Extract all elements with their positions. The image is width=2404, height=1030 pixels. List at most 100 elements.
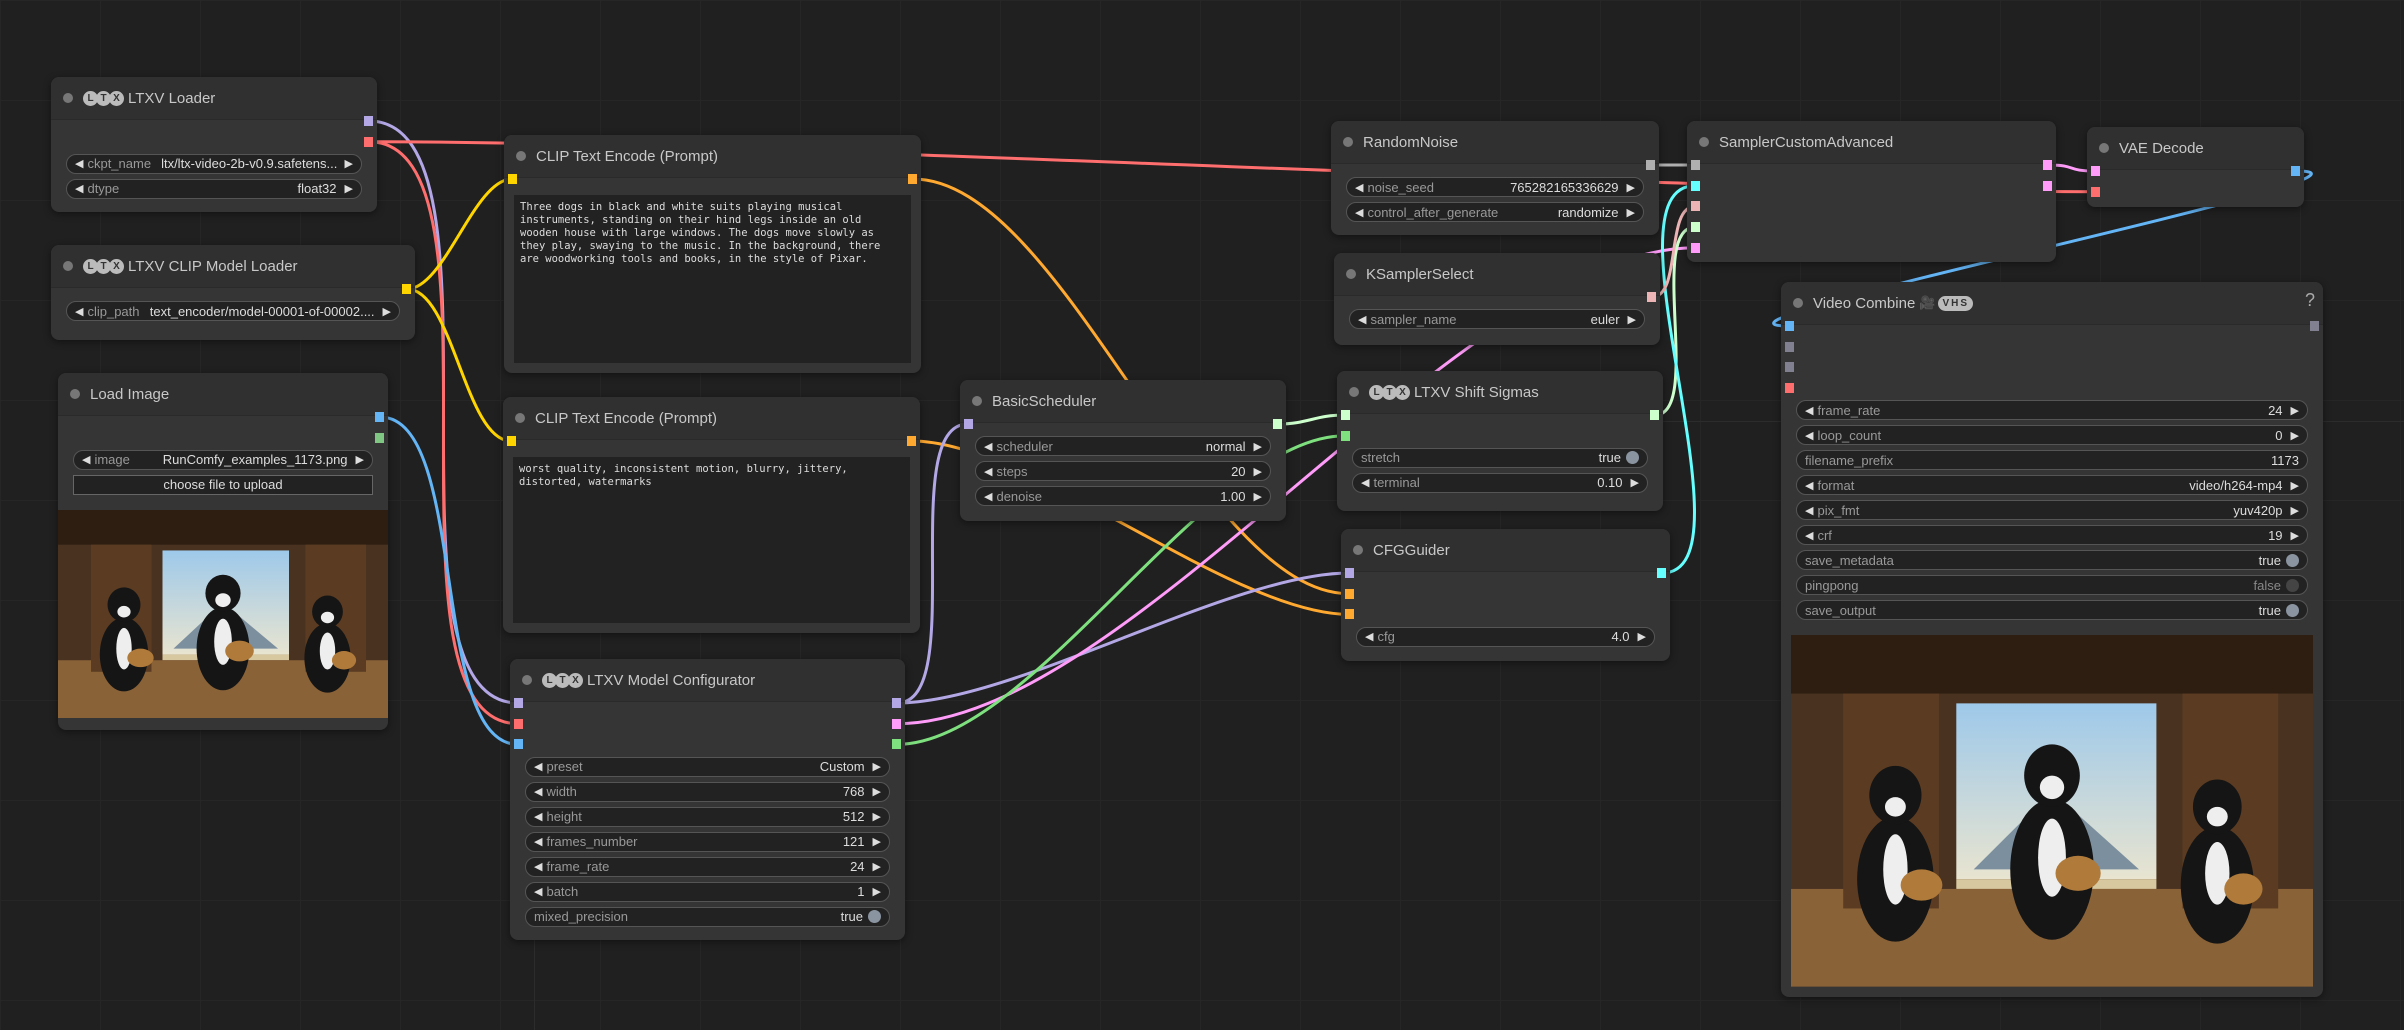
arrow-left-icon[interactable]: ◀ [75, 305, 83, 318]
widget-pingpong[interactable]: pingpong false [1796, 575, 2308, 596]
widget-dtype[interactable]: ◀ dtype float32 ▶ [66, 178, 362, 199]
widget-height[interactable]: ◀ height 512 ▶ [525, 806, 890, 827]
input-slot-grey[interactable] [1785, 362, 1794, 373]
arrow-left-icon[interactable]: ◀ [1355, 206, 1363, 219]
collapse-dot-icon[interactable] [2099, 143, 2109, 153]
arrow-right-icon[interactable]: ▶ [2291, 529, 2299, 542]
node-title-bar[interactable]: CLIP Text Encode (Prompt) [504, 135, 921, 178]
arrow-left-icon[interactable]: ◀ [75, 182, 83, 195]
input-slot-model[interactable] [1345, 568, 1354, 578]
arrow-left-icon[interactable]: ◀ [82, 453, 90, 466]
node-title-bar[interactable]: CFGGuider [1341, 529, 1670, 572]
input-slot-image[interactable] [514, 739, 523, 750]
output-slot-latent[interactable] [892, 718, 901, 729]
arrow-left-icon[interactable]: ◀ [984, 440, 992, 453]
arrow-right-icon[interactable]: ▶ [2291, 404, 2299, 417]
input-slot-conditioning[interactable] [1345, 609, 1354, 620]
arrow-right-icon[interactable]: ▶ [1254, 440, 1262, 453]
arrow-left-icon[interactable]: ◀ [1805, 404, 1813, 417]
toggle-knob-icon[interactable] [2286, 603, 2299, 617]
node-load-image[interactable]: Load Image ◀ image RunComfy_examples_1173.p… [58, 373, 388, 730]
toggle-knob-icon[interactable] [868, 910, 881, 924]
arrow-right-icon[interactable]: ▶ [345, 157, 353, 170]
arrow-right-icon[interactable]: ▶ [873, 835, 881, 848]
arrow-right-icon[interactable]: ▶ [873, 785, 881, 798]
collapse-dot-icon[interactable] [63, 261, 73, 271]
input-slot-model[interactable] [964, 419, 973, 429]
node-title-bar[interactable]: L T X LTXV Loader [51, 77, 377, 120]
collapse-dot-icon[interactable] [1793, 298, 1803, 308]
arrow-right-icon[interactable]: ▶ [2291, 429, 2299, 442]
arrow-right-icon[interactable]: ▶ [1631, 476, 1639, 489]
widget-frame-rate[interactable]: ◀ frame_rate 24 ▶ [525, 856, 890, 877]
output-slot-clip[interactable] [402, 284, 411, 294]
arrow-left-icon[interactable]: ◀ [534, 885, 542, 898]
prompt-textarea[interactable]: worst quality, inconsistent motion, blur… [513, 457, 910, 623]
arrow-left-icon[interactable]: ◀ [1361, 476, 1369, 489]
toggle-knob-icon[interactable] [2286, 578, 2299, 592]
arrow-left-icon[interactable]: ◀ [1805, 429, 1813, 442]
arrow-left-icon[interactable]: ◀ [1358, 313, 1366, 326]
output-slot-latent[interactable] [2043, 160, 2052, 170]
collapse-dot-icon[interactable] [522, 675, 532, 685]
widget-frame-rate[interactable]: ◀ frame_rate 24 ▶ [1796, 400, 2308, 421]
node-sca[interactable]: SamplerCustomAdvanced [1687, 121, 2056, 262]
arrow-right-icon[interactable]: ▶ [873, 760, 881, 773]
arrow-left-icon[interactable]: ◀ [534, 835, 542, 848]
node-title-bar[interactable]: KSamplerSelect [1334, 253, 1660, 296]
arrow-right-icon[interactable]: ▶ [2291, 504, 2299, 517]
output-slot-conditioning[interactable] [908, 174, 917, 184]
node-scheduler[interactable]: BasicScheduler ◀ scheduler normal ▶ ◀ steps 20 ▶… [960, 380, 1286, 521]
arrow-left-icon[interactable]: ◀ [1805, 529, 1813, 542]
arrow-right-icon[interactable]: ▶ [873, 885, 881, 898]
input-slot-latent[interactable] [2091, 166, 2100, 176]
input-slot-grey[interactable] [1785, 341, 1794, 352]
node-cfg[interactable]: CFGGuider ◀ cfg 4.0 ▶ [1341, 529, 1670, 661]
output-slot-model[interactable] [892, 698, 901, 708]
node-title-bar[interactable]: BasicScheduler [960, 380, 1286, 423]
arrow-right-icon[interactable]: ▶ [1627, 206, 1635, 219]
widget-clip-path[interactable]: ◀ clip_path text_encoder/model-00001-of-00… [66, 301, 400, 322]
arrow-right-icon[interactable]: ▶ [873, 810, 881, 823]
collapse-dot-icon[interactable] [515, 413, 525, 423]
node-title-bar[interactable]: Video Combine 🎥 VHS [1781, 282, 2323, 325]
arrow-left-icon[interactable]: ◀ [534, 760, 542, 773]
widget-terminal[interactable]: ◀ terminal 0.10 ▶ [1352, 472, 1648, 493]
widget-frames-number[interactable]: ◀ frames_number 121 ▶ [525, 831, 890, 852]
collapse-dot-icon[interactable] [516, 151, 526, 161]
output-slot-sigmas[interactable] [1273, 419, 1282, 429]
output-slot-noise[interactable] [1646, 160, 1655, 170]
input-slot-clip[interactable] [507, 436, 516, 446]
node-configurator[interactable]: L T X LTXV Model Configurator ◀ preset Custom ▶… [510, 659, 905, 940]
node-title-bar[interactable]: RandomNoise [1331, 121, 1659, 164]
widget-pix-fmt[interactable]: ◀ pix_fmt yuv420p ▶ [1796, 500, 2308, 521]
input-slot-vae[interactable] [514, 718, 523, 729]
node-clip2[interactable]: CLIP Text Encode (Prompt) worst quality, … [503, 397, 920, 633]
node-title-bar[interactable]: VAE Decode [2087, 127, 2304, 170]
node-title-bar[interactable]: L T X LTXV Model Configurator [510, 659, 905, 702]
input-slot-clip[interactable] [508, 174, 517, 184]
node-title-bar[interactable]: Load Image [58, 373, 388, 416]
output-slot-conditioning[interactable] [907, 436, 916, 446]
input-slot-guider[interactable] [1691, 180, 1700, 191]
input-slot-vae[interactable] [1785, 383, 1794, 394]
arrow-right-icon[interactable]: ▶ [356, 453, 364, 466]
node-random-noise[interactable]: RandomNoise ◀ noise_seed 765282165336629 ▶ ◀ c… [1331, 121, 1659, 235]
help-icon[interactable]: ? [2305, 290, 2315, 311]
node-title-bar[interactable]: CLIP Text Encode (Prompt) [503, 397, 920, 440]
input-slot-conditioning[interactable] [1345, 588, 1354, 599]
node-title-bar[interactable]: L T X LTXV Shift Sigmas [1337, 371, 1663, 414]
collapse-dot-icon[interactable] [1343, 137, 1353, 147]
node-shift[interactable]: L T X LTXV Shift Sigmas stretch true ◀ terminal… [1337, 371, 1663, 511]
choose-file-button[interactable]: choose file to upload [73, 474, 373, 495]
node-title-bar[interactable]: L T X LTXV CLIP Model Loader [51, 245, 415, 288]
arrow-right-icon[interactable]: ▶ [2291, 479, 2299, 492]
input-slot-image[interactable] [1785, 321, 1794, 331]
widget-loop-count[interactable]: ◀ loop_count 0 ▶ [1796, 425, 2308, 446]
collapse-dot-icon[interactable] [1353, 545, 1363, 555]
widget-width[interactable]: ◀ width 768 ▶ [525, 781, 890, 802]
arrow-right-icon[interactable]: ▶ [873, 860, 881, 873]
widget-preset[interactable]: ◀ preset Custom ▶ [525, 756, 890, 777]
widget-save-output[interactable]: save_output true [1796, 600, 2308, 621]
output-slot-image[interactable] [2291, 166, 2300, 176]
